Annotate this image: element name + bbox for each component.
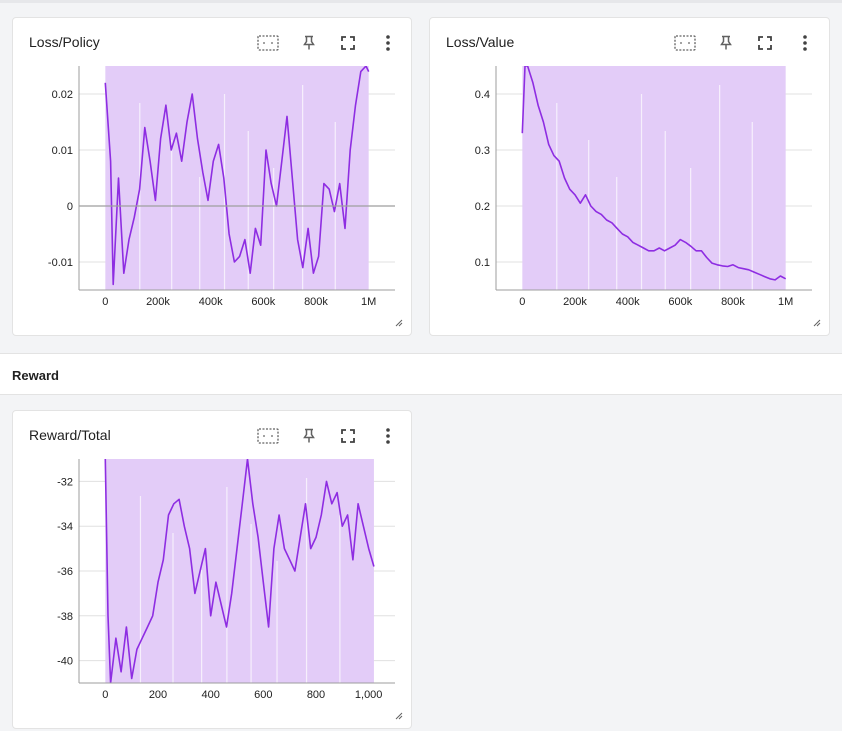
y-tick-label: -34 — [57, 521, 73, 533]
fullscreen-button[interactable] — [336, 424, 360, 448]
pin-button[interactable] — [297, 424, 321, 448]
x-tick-label: 400 — [201, 689, 219, 701]
card-title: Loss/Policy — [29, 34, 100, 50]
x-tick-label: 400k — [199, 296, 223, 308]
fit-domain-button[interactable] — [256, 424, 280, 448]
x-tick-label: 0 — [102, 689, 108, 701]
y-tick-label: 0.1 — [475, 257, 490, 269]
pin-icon — [720, 35, 732, 50]
x-tick-label: 600 — [254, 689, 272, 701]
y-tick-label: 0.3 — [475, 145, 490, 157]
card-title: Loss/Value — [446, 34, 515, 50]
x-tick-label: 800k — [304, 296, 328, 308]
y-tick-label: 0.2 — [475, 201, 490, 213]
section-header: Reward — [0, 353, 842, 395]
y-tick-label: 0 — [67, 201, 73, 213]
more-vert-icon — [803, 35, 807, 51]
chart-loss-value[interactable]: 0.4 0.3 0.2 0.1 0 200k 400k 600k 800k 1M — [430, 58, 829, 318]
y-tick-label: 0.02 — [52, 89, 73, 101]
chart-reward-total[interactable]: -32 -34 -36 -38 -40 0 200 400 600 800 1,000 — [13, 451, 411, 711]
section-title: Reward — [12, 368, 59, 383]
pin-button[interactable] — [297, 31, 321, 55]
x-tick-label: 400k — [616, 296, 640, 308]
more-options-button[interactable] — [376, 31, 400, 55]
x-tick-label: 800k — [721, 296, 745, 308]
x-tick-label: 1M — [778, 296, 793, 308]
fullscreen-icon — [341, 36, 355, 50]
more-options-button[interactable] — [376, 424, 400, 448]
more-vert-icon — [386, 428, 390, 444]
more-options-button[interactable] — [793, 31, 817, 55]
chart-card-reward-total: Reward/Total -32 -34 -36 -38 -40 0 200 400 600 80… — [12, 410, 412, 729]
y-tick-label: -0.01 — [48, 257, 73, 269]
resize-handle-icon[interactable] — [393, 317, 403, 327]
x-tick-label: 200k — [146, 296, 170, 308]
x-tick-label: 0 — [519, 296, 525, 308]
value-range-band — [105, 66, 369, 290]
value-range-band — [105, 459, 374, 683]
fullscreen-icon — [341, 429, 355, 443]
fit-domain-icon — [257, 428, 279, 444]
pin-icon — [303, 428, 315, 443]
y-tick-label: 0.4 — [475, 89, 490, 101]
fit-domain-button[interactable] — [673, 31, 697, 55]
resize-handle-icon[interactable] — [811, 317, 821, 327]
x-tick-label: 600k — [668, 296, 692, 308]
chart-card-loss-policy: Loss/Policy 0.02 0.01 0 -0.01 0 200k 400k 600k 8… — [12, 17, 412, 336]
x-tick-label: 800 — [307, 689, 325, 701]
fullscreen-icon — [758, 36, 772, 50]
x-tick-label: 600k — [251, 296, 275, 308]
x-tick-label: 1,000 — [355, 689, 383, 701]
fullscreen-button[interactable] — [336, 31, 360, 55]
chart-loss-policy[interactable]: 0.02 0.01 0 -0.01 0 200k 400k 600k 800k 1M — [13, 58, 411, 318]
chart-card-loss-value: Loss/Value 0.4 0.3 0.2 0.1 0 200k 400k 600k 800k… — [429, 17, 830, 336]
card-title: Reward/Total — [29, 427, 111, 443]
more-vert-icon — [386, 35, 390, 51]
y-tick-label: -38 — [57, 611, 73, 623]
pin-icon — [303, 35, 315, 50]
y-tick-label: -36 — [57, 566, 73, 578]
x-tick-label: 0 — [102, 296, 108, 308]
fit-domain-button[interactable] — [256, 31, 280, 55]
x-tick-label: 200 — [149, 689, 167, 701]
y-tick-label: -40 — [57, 656, 73, 668]
fullscreen-button[interactable] — [753, 31, 777, 55]
resize-handle-icon[interactable] — [393, 710, 403, 720]
fit-domain-icon — [674, 35, 696, 51]
fit-domain-icon — [257, 35, 279, 51]
y-tick-label: -32 — [57, 476, 73, 488]
x-tick-label: 1M — [361, 296, 376, 308]
x-tick-label: 200k — [563, 296, 587, 308]
top-divider — [0, 0, 842, 3]
pin-button[interactable] — [714, 31, 738, 55]
y-tick-label: 0.01 — [52, 145, 73, 157]
value-range-band — [522, 66, 786, 290]
